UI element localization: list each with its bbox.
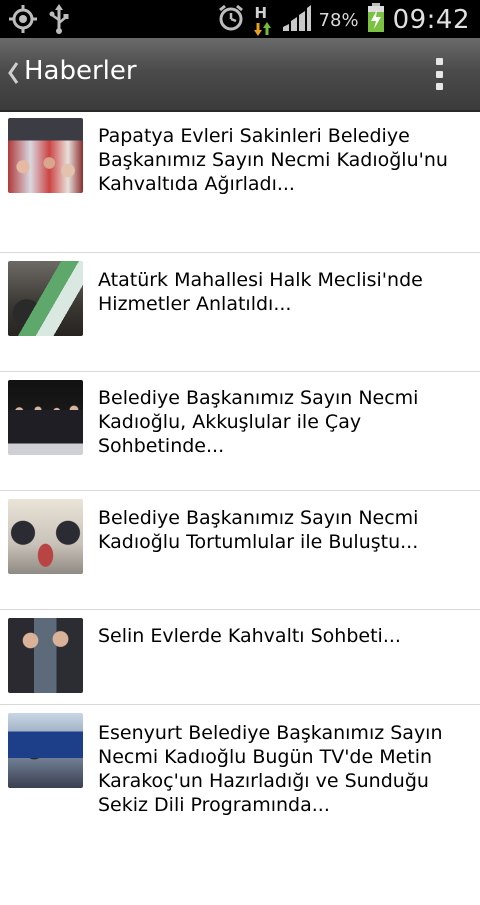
news-thumbnail: [8, 713, 83, 788]
network-type-label: H: [254, 4, 268, 22]
usb-icon: [48, 4, 70, 38]
news-title: Belediye Başkanımız Sayın Necmi Kadıoğlu…: [98, 387, 419, 457]
overflow-menu-icon[interactable]: [436, 58, 444, 90]
network-h-icon: H: [253, 4, 273, 36]
alarm-icon: [217, 3, 245, 37]
news-thumbnail: [8, 499, 83, 574]
news-thumbnail: [8, 261, 83, 336]
list-item[interactable]: Papatya Evleri Sakinleri Belediye Başkan…: [0, 110, 480, 253]
news-thumbnail: [8, 380, 83, 455]
news-title: Atatürk Mahallesi Halk Meclisi'nde Hizme…: [98, 269, 423, 315]
signal-icon: [281, 3, 311, 37]
status-bar: H 78% 09:42: [0, 0, 480, 38]
news-thumbnail: [8, 118, 83, 193]
list-item[interactable]: Belediye Başkanımız Sayın Necmi Kadıoğlu…: [0, 491, 480, 610]
back-chevron-icon[interactable]: [6, 60, 20, 86]
action-bar: Haberler: [0, 38, 480, 112]
page-title[interactable]: Haberler: [24, 56, 137, 86]
news-title: Belediye Başkanımız Sayın Necmi Kadıoğlu…: [98, 507, 419, 553]
news-title: Selin Evlerde Kahvaltı Sohbeti...: [98, 625, 401, 647]
news-title: Esenyurt Belediye Başkanımız Sayın Necmi…: [98, 722, 443, 816]
gps-icon: [8, 4, 38, 38]
battery-percent: 78%: [318, 9, 359, 31]
list-item[interactable]: Belediye Başkanımız Sayın Necmi Kadıoğlu…: [0, 372, 480, 491]
news-title: Papatya Evleri Sakinleri Belediye Başkan…: [98, 125, 448, 195]
clock: 09:42: [392, 5, 470, 35]
news-list: Papatya Evleri Sakinleri Belediye Başkan…: [0, 110, 480, 905]
battery-charging-icon: [367, 3, 385, 37]
news-thumbnail: [8, 618, 83, 693]
list-item[interactable]: Esenyurt Belediye Başkanımız Sayın Necmi…: [0, 705, 480, 905]
list-item[interactable]: Selin Evlerde Kahvaltı Sohbeti...: [0, 610, 480, 705]
list-item[interactable]: Atatürk Mahallesi Halk Meclisi'nde Hizme…: [0, 253, 480, 372]
